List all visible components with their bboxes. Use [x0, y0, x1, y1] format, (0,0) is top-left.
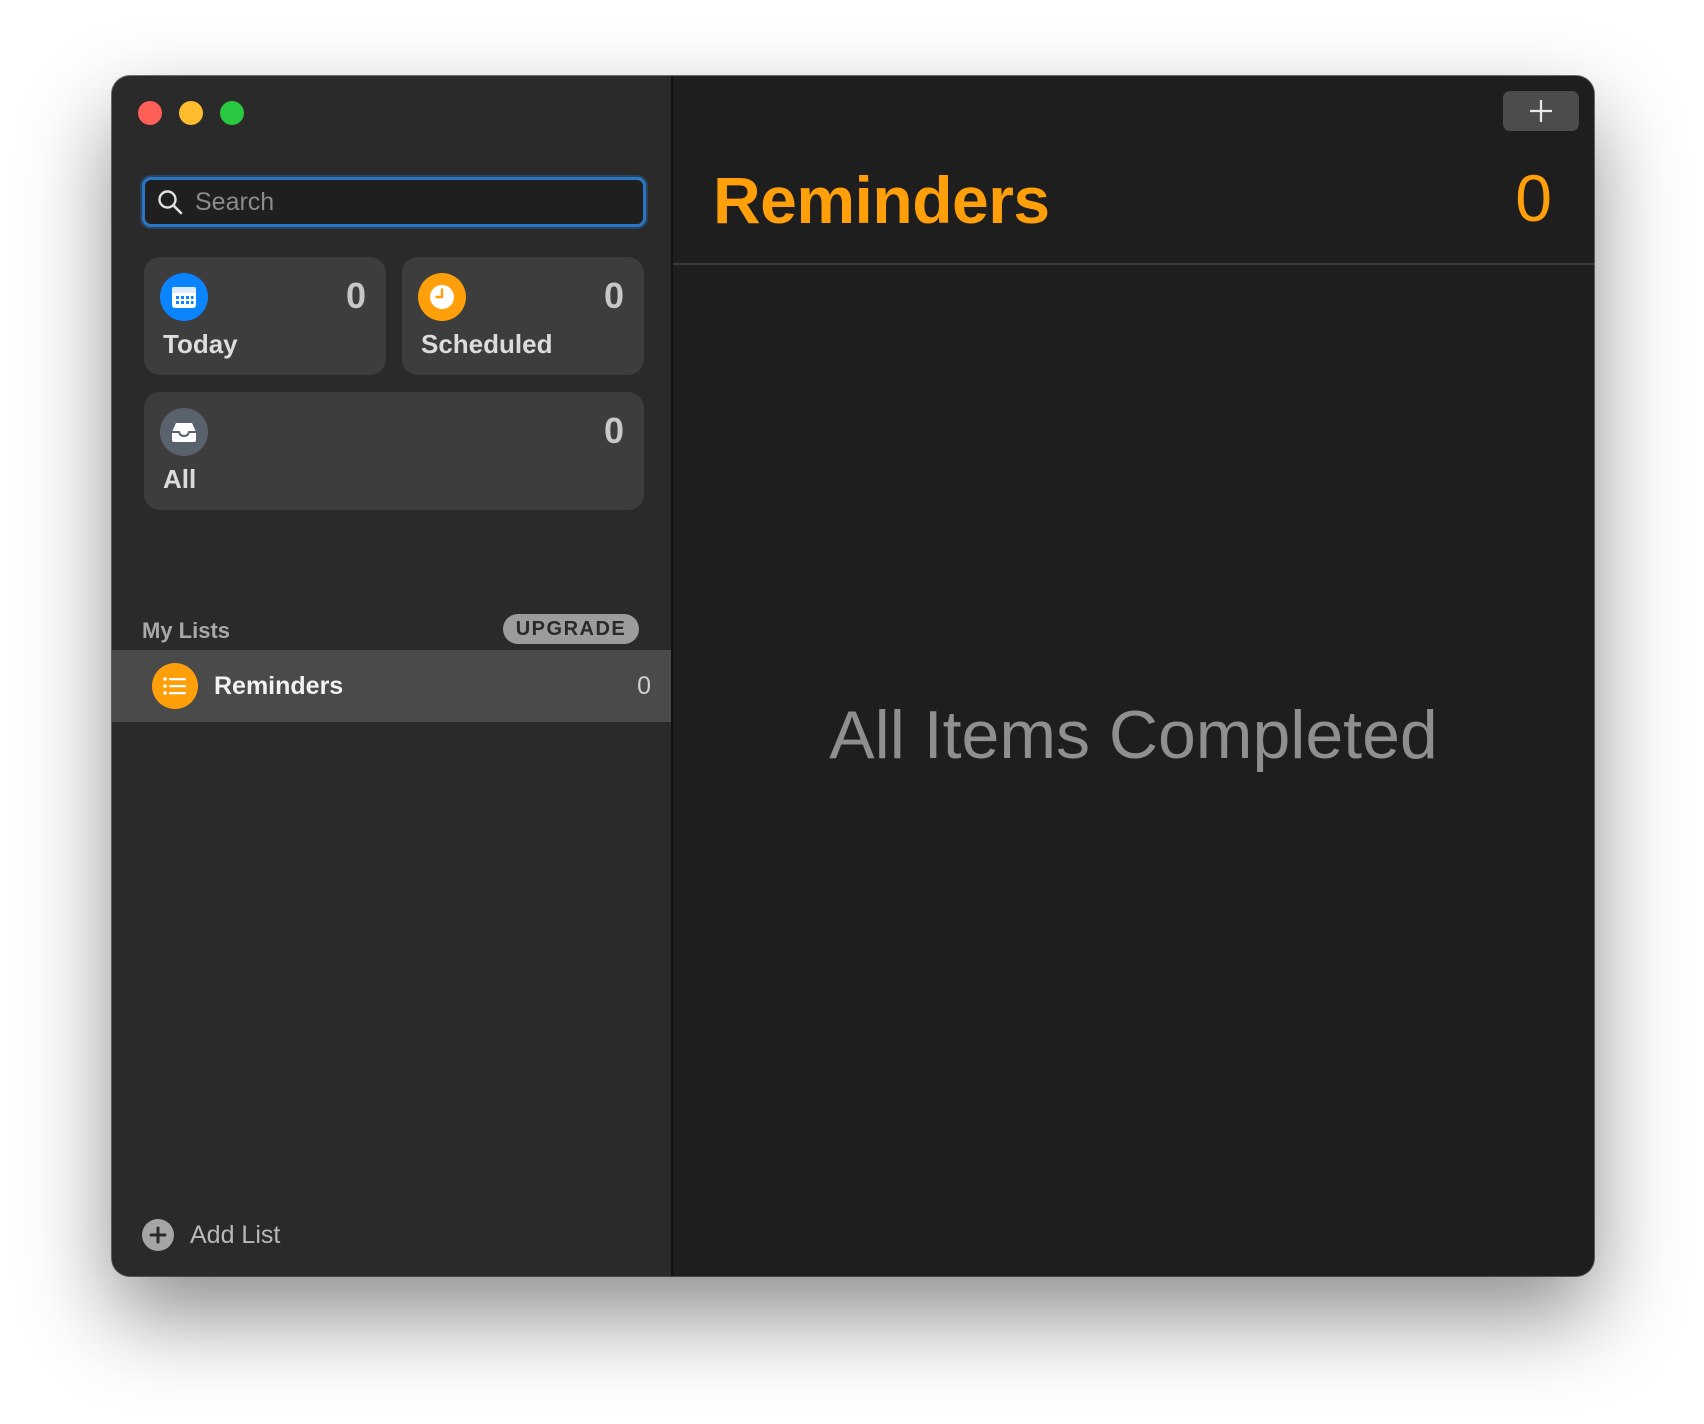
- minimize-window-button[interactable]: [179, 101, 203, 125]
- smart-list-scheduled[interactable]: 0 Scheduled: [402, 257, 644, 375]
- search-icon: [158, 190, 183, 215]
- reminders-window: 0 Today 0 Scheduled 0: [112, 76, 1594, 1276]
- list-bullet-icon: [152, 663, 198, 709]
- clock-icon: [418, 273, 466, 321]
- plus-icon: [1530, 100, 1552, 122]
- upgrade-button[interactable]: UPGRADE: [503, 614, 639, 644]
- today-count: 0: [345, 275, 366, 316]
- plus-circle-icon: [142, 1219, 174, 1251]
- sidebar: 0 Today 0 Scheduled 0: [112, 76, 673, 1276]
- list-title: Reminders: [713, 163, 1050, 237]
- tray-icon: [160, 408, 208, 456]
- all-count: 0: [603, 410, 624, 451]
- add-list-button[interactable]: Add List: [142, 1219, 280, 1251]
- list-item-label: Reminders: [214, 671, 344, 700]
- new-reminder-button[interactable]: [1503, 91, 1579, 131]
- main-pane: Reminders 0 All Items Completed: [673, 76, 1594, 1276]
- list-count: 0: [1515, 161, 1552, 235]
- empty-state-message: All Items Completed: [829, 697, 1438, 773]
- today-label: Today: [163, 329, 238, 359]
- window-controls: [138, 101, 244, 125]
- list-item-count: 0: [637, 671, 651, 700]
- smart-list-all[interactable]: 0 All: [144, 392, 644, 510]
- my-lists-heading: My Lists: [142, 618, 231, 643]
- scheduled-count: 0: [603, 275, 624, 316]
- zoom-window-button[interactable]: [220, 101, 244, 125]
- search-field[interactable]: [142, 177, 646, 227]
- close-window-button[interactable]: [138, 101, 162, 125]
- header-divider: [673, 263, 1594, 265]
- list-item-reminders[interactable]: Reminders 0: [112, 650, 671, 722]
- add-list-label: Add List: [190, 1220, 281, 1249]
- all-label: All: [163, 464, 197, 494]
- scheduled-label: Scheduled: [421, 329, 553, 359]
- search-input[interactable]: [193, 186, 617, 218]
- smart-list-today[interactable]: 0 Today: [144, 257, 386, 375]
- calendar-icon: [160, 273, 208, 321]
